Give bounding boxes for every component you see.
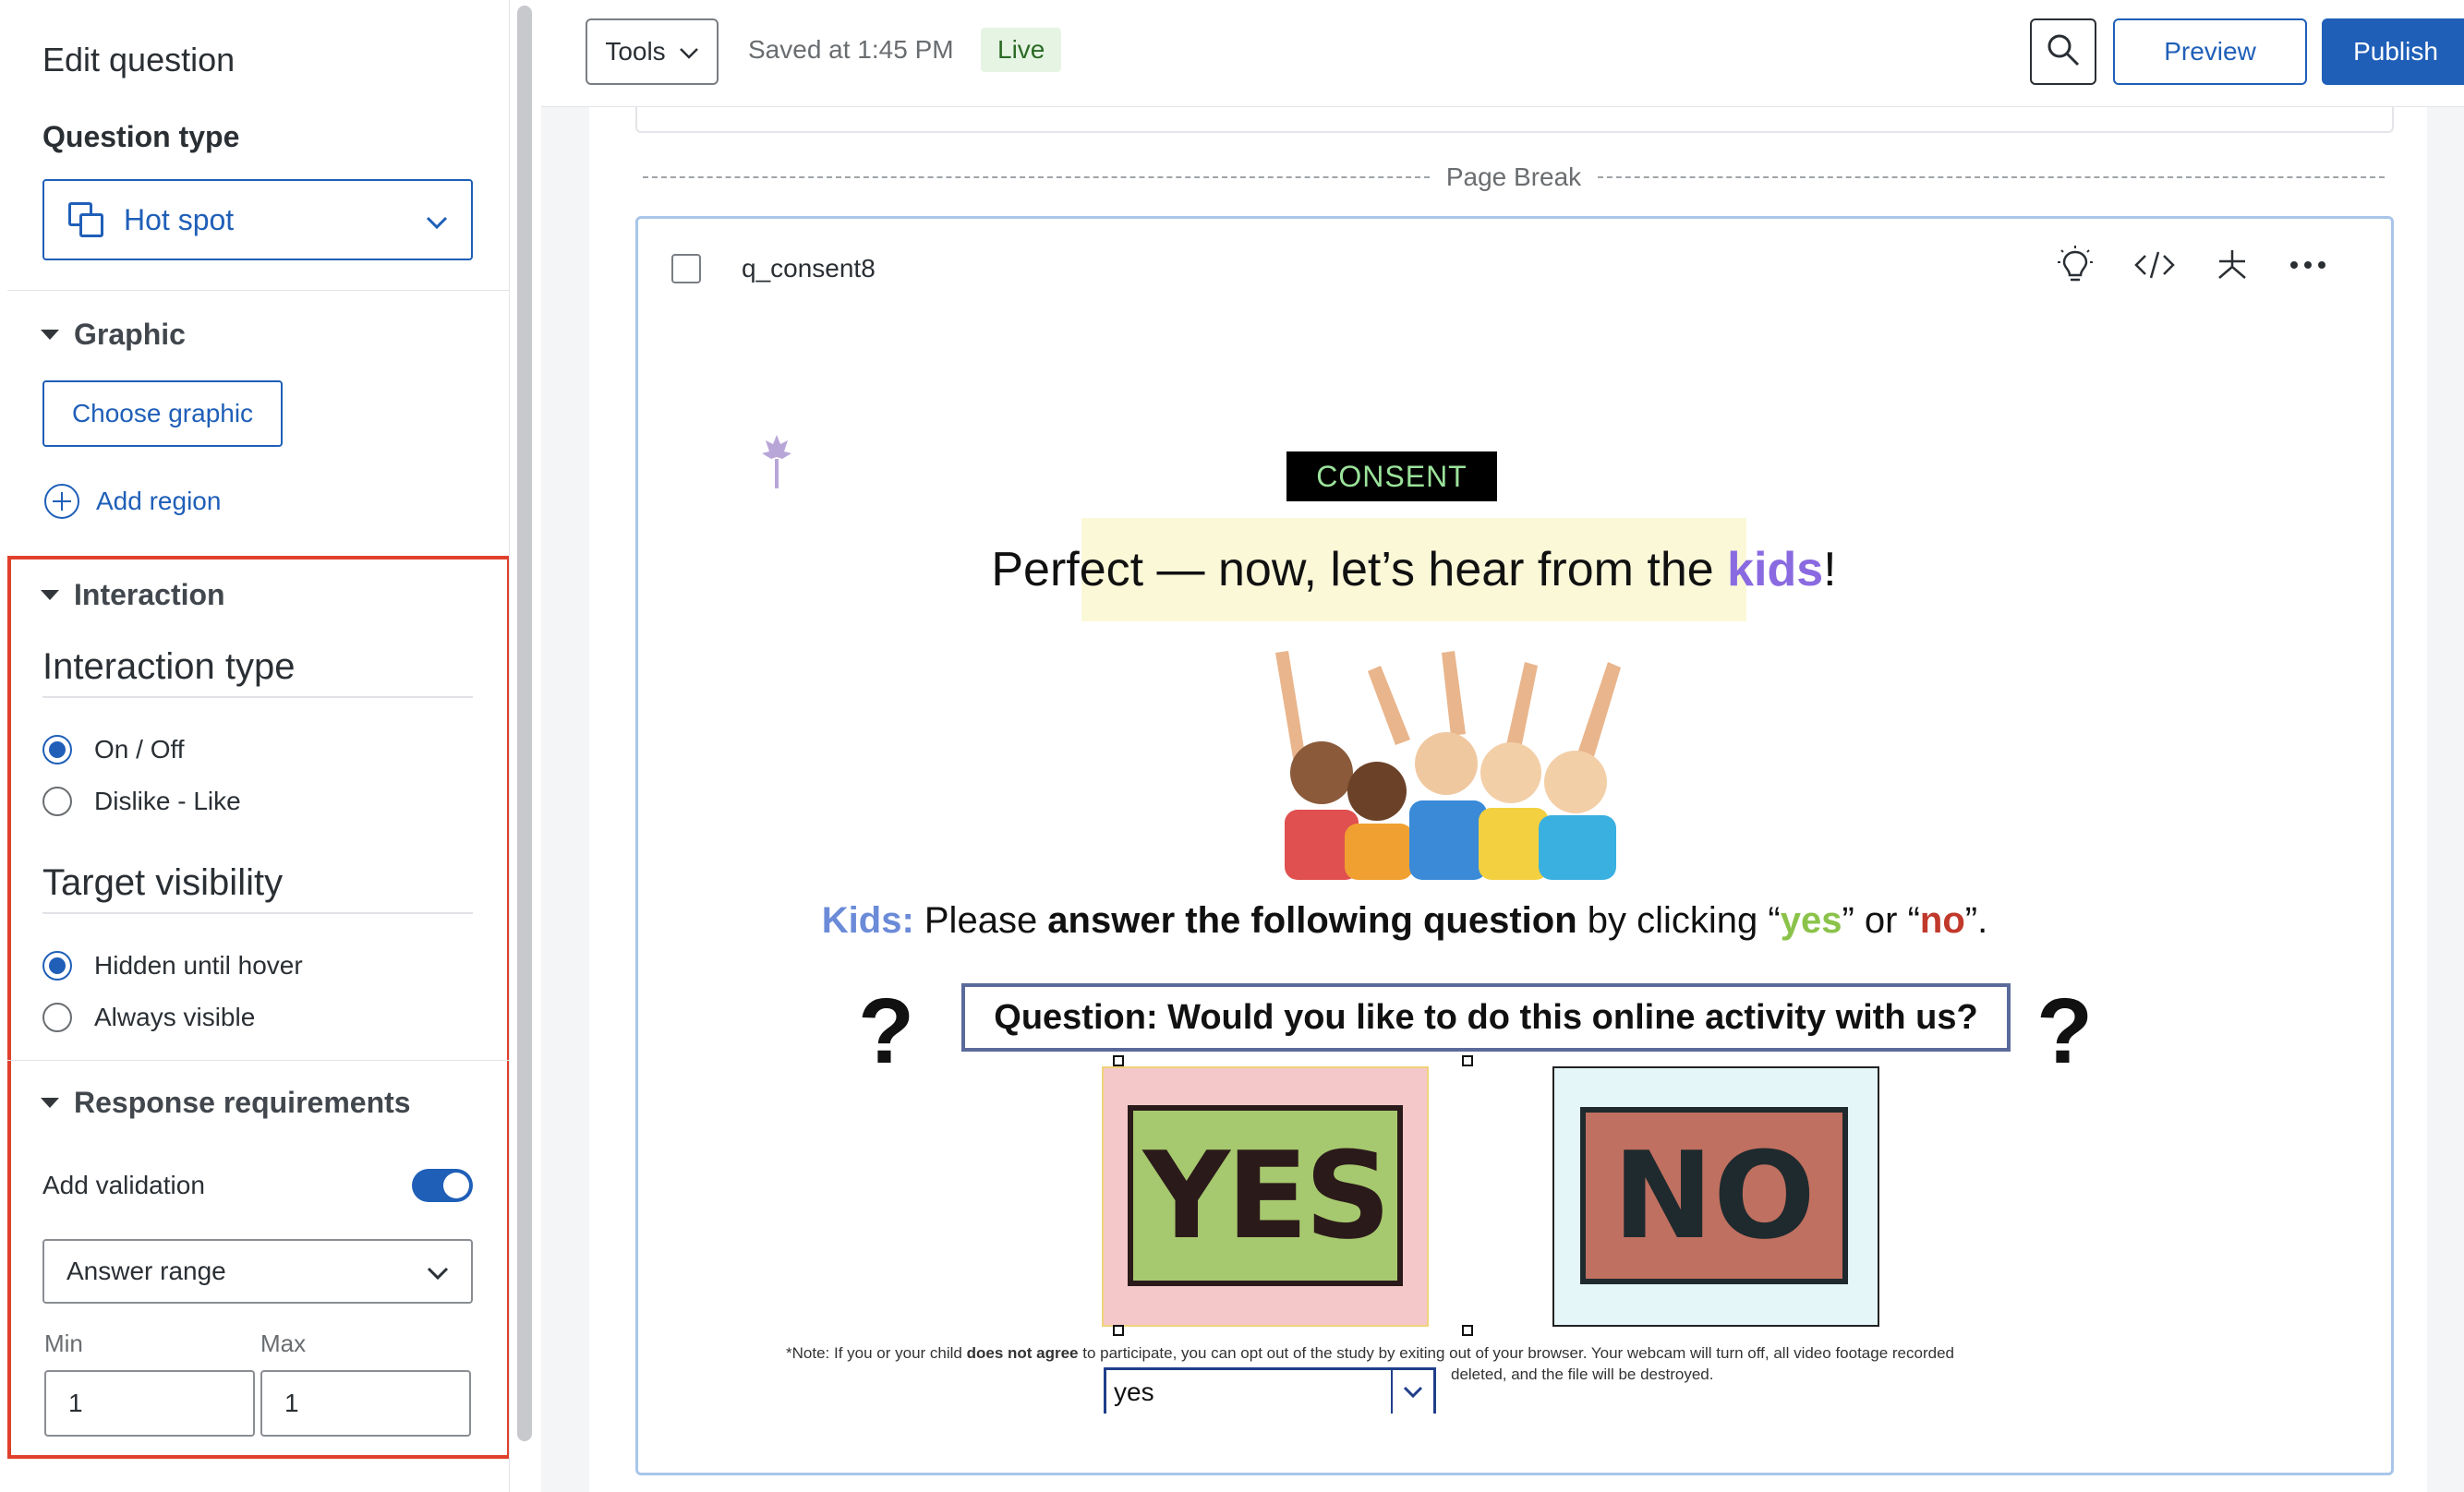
radio-selected-icon	[42, 735, 72, 764]
radio-unselected-icon	[42, 1003, 72, 1032]
sidebar-scrollbar[interactable]	[517, 6, 532, 1441]
response-requirements-label: Response requirements	[74, 1086, 411, 1119]
region-resize-handle[interactable]	[1113, 1325, 1124, 1336]
previous-question-card[interactable]	[635, 107, 2394, 133]
no-label: NO	[1580, 1107, 1848, 1284]
sidebar-title: Edit question	[42, 41, 236, 78]
hotspot-graphic[interactable]: CONSENT Perfect — now, let’s hear from t…	[758, 431, 2093, 1414]
region-name-value: yes	[1114, 1377, 1154, 1406]
banner-suffix: !	[1823, 543, 1837, 596]
survey-editor-main: Tools Saved at 1:45 PM Live Preview Publ…	[541, 0, 2464, 1492]
radio-on-off[interactable]: On / Off	[42, 735, 185, 764]
torch-logo-icon	[758, 431, 795, 495]
banner-kids-word: kids	[1727, 543, 1824, 596]
radio-label: Hidden until hover	[94, 951, 303, 980]
no-hotspot-region[interactable]: NO	[1552, 1066, 1879, 1327]
page-break-label: Page Break	[1445, 162, 1582, 191]
region-name-dropdown[interactable]: yes	[1104, 1367, 1436, 1414]
region-resize-handle[interactable]	[1462, 1325, 1473, 1336]
chevron-down-icon	[1391, 1370, 1433, 1414]
validation-type-value: Answer range	[66, 1257, 226, 1285]
banner-text: Perfect — now, let’s hear from the	[991, 543, 1728, 596]
consent-label: CONSENT	[1286, 451, 1497, 501]
add-region-label: Add region	[96, 487, 222, 515]
interaction-type-label: Interaction type	[42, 646, 296, 687]
divider	[7, 290, 509, 291]
divider	[42, 696, 473, 698]
question-type-value: Hot spot	[124, 202, 235, 236]
tools-label: Tools	[605, 37, 666, 66]
yes-label: YES	[1128, 1105, 1403, 1286]
search-icon	[2046, 32, 2081, 72]
chevron-down-icon	[679, 37, 699, 66]
response-requirements-toggle[interactable]: Response requirements	[41, 1086, 411, 1120]
region-resize-handle[interactable]	[1113, 1055, 1124, 1066]
question-select-checkbox[interactable]	[671, 254, 701, 283]
question-type-select[interactable]: Hot spot	[42, 179, 473, 260]
min-input[interactable]: 1	[44, 1370, 255, 1437]
hotspot-icon	[66, 200, 105, 239]
interaction-section-label: Interaction	[74, 578, 225, 611]
radio-unselected-icon	[42, 787, 72, 816]
caret-down-icon	[41, 590, 59, 600]
search-button[interactable]	[2030, 18, 2096, 85]
radio-always-visible[interactable]: Always visible	[42, 1003, 255, 1032]
question-toolbar	[2057, 245, 2326, 285]
radio-selected-icon	[42, 951, 72, 981]
question-type-label: Question type	[42, 120, 240, 153]
interaction-section-toggle[interactable]: Interaction	[41, 578, 225, 612]
publish-button[interactable]: Publish	[2322, 18, 2464, 85]
max-input[interactable]: 1	[260, 1370, 471, 1437]
radio-dislike-like[interactable]: Dislike - Like	[42, 787, 241, 816]
more-icon[interactable]	[2289, 259, 2326, 271]
top-toolbar: Tools Saved at 1:45 PM Live Preview Publ…	[541, 0, 2464, 107]
caret-down-icon	[41, 330, 59, 340]
plus-circle-icon	[44, 484, 79, 519]
live-status-badge: Live	[981, 28, 1062, 72]
page-break[interactable]: Page Break	[643, 162, 2385, 192]
radio-label: Dislike - Like	[94, 787, 241, 815]
survey-canvas: Page Break q_consent8 CONSENT Perfect — …	[589, 107, 2427, 1492]
activity-question-text: Question: Would you like to do this onli…	[961, 983, 2011, 1052]
children-photo	[1275, 651, 1621, 880]
question-mark-left: ?	[858, 980, 915, 1083]
add-region-button[interactable]: Add region	[44, 484, 221, 519]
tools-menu-button[interactable]: Tools	[586, 18, 719, 85]
choose-graphic-button[interactable]: Choose graphic	[42, 380, 283, 447]
min-label: Min	[44, 1330, 83, 1357]
chevron-down-icon	[427, 1257, 449, 1286]
edit-question-sidebar: Edit question Question type Hot spot Gra…	[0, 0, 510, 1492]
question-mark-right: ?	[2036, 980, 2094, 1083]
validation-type-select[interactable]: Answer range	[42, 1239, 473, 1304]
add-validation-row: Add validation	[42, 1169, 473, 1202]
radio-label: Always visible	[94, 1003, 256, 1031]
graphic-section-toggle[interactable]: Graphic	[41, 318, 186, 352]
saved-status: Saved at 1:45 PM	[748, 35, 954, 64]
divider	[7, 1060, 509, 1061]
radio-label: On / Off	[94, 735, 185, 764]
kids-instruction: Kids: Please answer the following questi…	[821, 900, 1988, 941]
radio-hidden-until-hover[interactable]: Hidden until hover	[42, 951, 303, 981]
add-validation-label: Add validation	[42, 1171, 205, 1199]
yes-hotspot-region[interactable]: YES	[1102, 1066, 1429, 1327]
target-visibility-label: Target visibility	[42, 862, 284, 903]
chevron-down-icon	[425, 203, 449, 237]
code-icon[interactable]	[2134, 250, 2175, 280]
add-validation-toggle[interactable]	[412, 1169, 473, 1202]
asterisk-icon[interactable]	[2216, 248, 2249, 282]
kids-intro-banner: Perfect — now, let’s hear from the kids!	[991, 518, 1837, 621]
question-id[interactable]: q_consent8	[742, 254, 876, 283]
divider	[42, 912, 473, 914]
preview-button[interactable]: Preview	[2113, 18, 2307, 85]
graphic-section-label: Graphic	[74, 318, 186, 351]
question-card[interactable]: q_consent8 CONSENT Perfect — now, let’s …	[635, 216, 2394, 1475]
caret-down-icon	[41, 1098, 59, 1108]
max-label: Max	[260, 1330, 307, 1357]
lightbulb-icon[interactable]	[2057, 245, 2094, 285]
region-resize-handle[interactable]	[1462, 1055, 1473, 1066]
